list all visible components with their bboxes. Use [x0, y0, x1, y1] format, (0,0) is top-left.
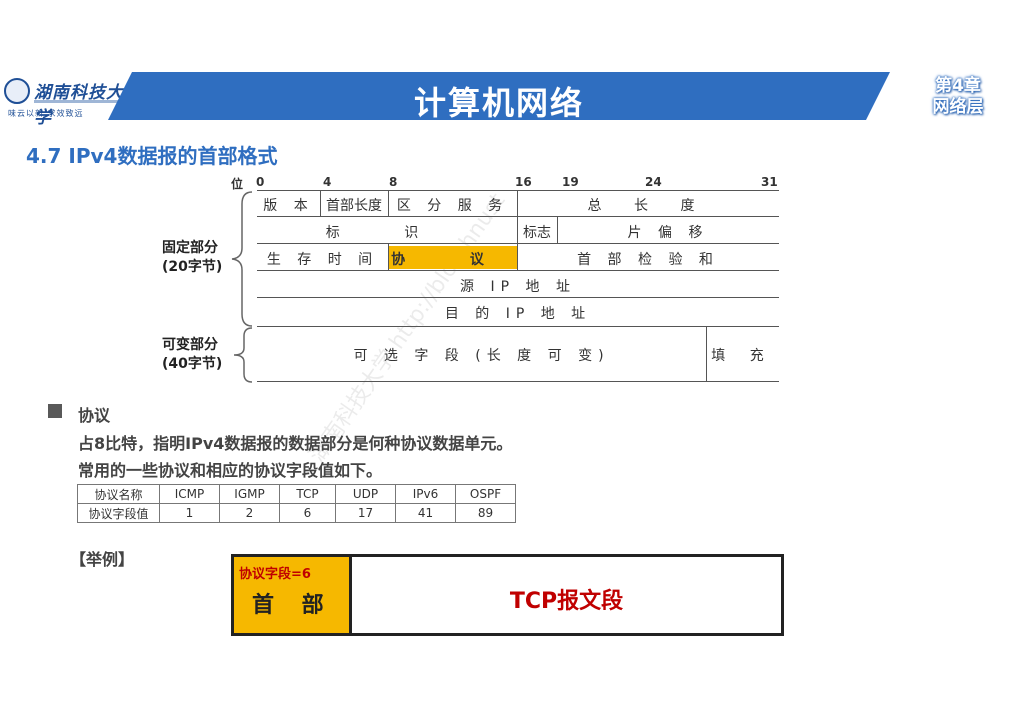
bit-4: 4: [323, 175, 332, 189]
protocol-description: 占8比特，指明IPv4数据报的数据部分是何种协议数据单元。: [78, 434, 513, 453]
field-header-length: 首部长度: [326, 198, 382, 214]
course-title: 计算机网络: [413, 84, 584, 122]
field-identification: 标 识: [325, 225, 449, 241]
table-cell: 17: [335, 503, 396, 523]
fixed-brace: [231, 191, 253, 327]
table-cell: OSPF: [455, 484, 516, 504]
field-flags: 标志: [523, 225, 551, 241]
example-header-text: 首 部: [252, 593, 334, 618]
field-dsfield: 区 分 服 务: [396, 198, 509, 214]
example-datagram: 协议字段=6 首 部 TCP报文段: [231, 554, 784, 636]
bullet-icon: [48, 404, 62, 418]
bit-16: 16: [515, 175, 532, 189]
table-cell: 41: [395, 503, 456, 523]
fixed-part-label: 固定部分 (20字节): [162, 240, 223, 275]
variable-part-label: 可变部分 (40字节): [162, 337, 223, 372]
field-version: 版 本: [263, 198, 314, 214]
emblem-icon: [4, 78, 30, 104]
row-line: [257, 326, 779, 327]
protocol-heading: 协议: [78, 406, 111, 425]
bit-8: 8: [389, 175, 398, 189]
field-checksum: 首 部 检 验 和: [577, 252, 719, 268]
field-fragment-offset: 片 偏 移: [627, 225, 709, 241]
table-cell: UDP: [335, 484, 396, 504]
chapter-number: 第4章: [935, 76, 981, 96]
logo-divider: [34, 100, 130, 103]
row-header: 协议名称: [77, 484, 160, 504]
table-row: 协议名称 ICMP IGMP TCP UDP IPv6 OSPF: [77, 484, 516, 504]
field-source-ip: 源 IP 地 址: [460, 279, 576, 295]
chapter-badge: 第4章 网络层: [926, 76, 990, 118]
bit-24: 24: [645, 175, 662, 189]
example-label: 【举例】: [70, 550, 135, 569]
row-line: [257, 190, 779, 191]
row-line: [257, 270, 779, 271]
table-cell: 2: [219, 503, 280, 523]
row-header: 协议字段值: [77, 503, 160, 523]
field-options: 可 选 字 段 (长 度 可 变): [353, 348, 610, 364]
table-cell: IGMP: [219, 484, 280, 504]
field-padding: 填 充: [711, 348, 774, 364]
field-ttl: 生 存 时 间: [266, 252, 379, 268]
table-cell: 6: [279, 503, 336, 523]
row-line: [257, 297, 779, 298]
example-protocol-field: 协议字段=6: [239, 567, 311, 582]
protocol-value-table: 协议名称 ICMP IGMP TCP UDP IPv6 OSPF 协议字段值 1…: [77, 484, 516, 523]
table-cell: TCP: [279, 484, 336, 504]
field-protocol: 协 议: [391, 252, 514, 268]
bit-31: 31: [761, 175, 778, 189]
row-line: [257, 381, 779, 382]
ipv4-header-diagram: 版 本 首部长度 区 分 服 务 总 长 度 标 识 标志 片 偏 移 生 存 …: [257, 190, 779, 382]
bit-0: 0: [256, 175, 265, 189]
table-cell: IPv6: [395, 484, 456, 504]
field-total-length: 总 长 度: [587, 198, 709, 214]
bit-19: 19: [562, 175, 579, 189]
title-banner: 计算机网络: [108, 72, 890, 120]
row-line: [257, 216, 779, 217]
university-motto: 味云以新 求效致远: [8, 109, 84, 118]
table-row: 协议字段值 1 2 6 17 41 89: [77, 503, 516, 523]
table-cell: 89: [455, 503, 516, 523]
table-cell: ICMP: [159, 484, 220, 504]
protocol-table-intro: 常用的一些协议和相应的协议字段值如下。: [78, 461, 383, 480]
example-header-block: 协议字段=6 首 部: [234, 557, 352, 633]
example-tcp-segment: TCP报文段: [509, 589, 624, 614]
row-line: [257, 243, 779, 244]
table-cell: 1: [159, 503, 220, 523]
chapter-name: 网络层: [932, 97, 984, 117]
field-destination-ip: 目 的 IP 地 址: [444, 306, 592, 322]
section-title: 4.7 IPv4数据报的首部格式: [26, 144, 278, 168]
variable-brace: [233, 327, 253, 383]
